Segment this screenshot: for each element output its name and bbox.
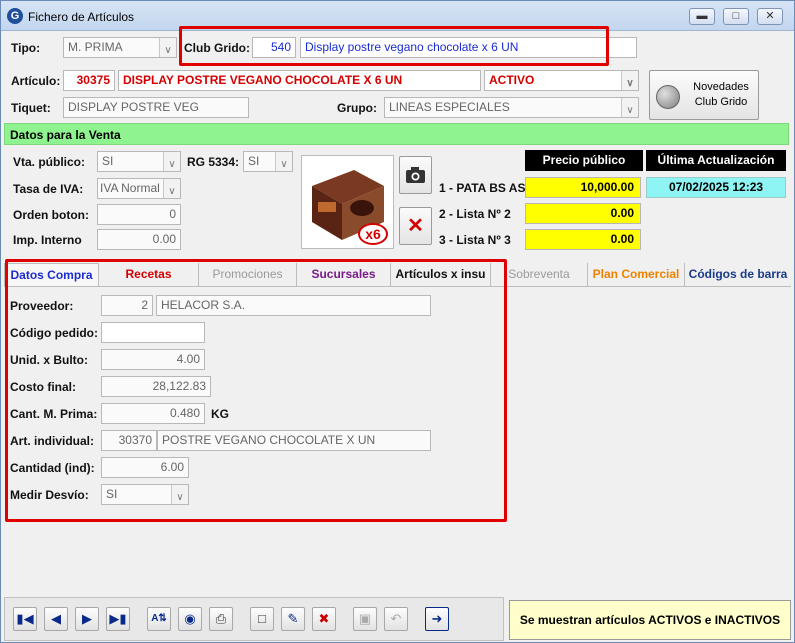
tipo-value: M. PRIMA [68,40,123,54]
minimize-button[interactable]: ▬ [689,8,715,25]
articulo-status-value: ACTIVO [489,73,535,87]
articulo-status-select[interactable]: ACTIVO [484,70,639,91]
imp-interno-field[interactable]: 0.00 [97,229,181,250]
edit-record-icon[interactable]: ✎ [281,607,305,631]
next-record-icon[interactable]: ▶ [75,607,99,631]
venta-section-header: Datos para la Venta [4,123,789,145]
delete-record-icon[interactable]: ✖ [312,607,336,631]
precio-publico-header: Precio público [525,150,643,171]
tiquet-label: Tiquet: [11,101,51,115]
maximize-button[interactable]: □ [723,8,749,25]
app-globe-icon: G [7,8,23,24]
previous-record-icon[interactable]: ◀ [44,607,68,631]
tab-plan-comercial-label: Plan Comercial [592,267,680,281]
highlight-box-datos-compra [5,259,507,522]
iva-label: Tasa de IVA: [13,182,84,196]
articulo-label: Artículo: [11,74,61,88]
print-icon[interactable]: ⎙ [209,607,233,631]
navigation-toolbar: ▮◀ ◀ ▶ ▶▮ A⇅ ◉ ⎙ □ ✎ ✖ ▣ ↶ ➜ [4,597,504,641]
precio-row-1-label: 1 - PATA BS AS [439,181,526,195]
save-icon[interactable]: ▣ [353,607,377,631]
product-photo: x6 [301,155,394,249]
window-title: Fichero de Artículos [28,10,135,24]
tab-plan-comercial[interactable]: Plan Comercial [588,263,685,287]
tab-codigos-de-barra[interactable]: Códigos de barra [685,263,791,287]
vta-publico-label: Vta. público: [13,155,85,169]
chevron-down-icon [163,179,180,198]
venta-section-title: Datos para la Venta [10,128,121,142]
novedades-club-grido-button[interactable]: Novedades Club Grido [649,70,759,120]
precio-row-3-value[interactable]: 0.00 [525,229,641,250]
precio-row-1-value[interactable]: 10,000.00 [525,177,641,198]
vta-publico-select[interactable]: SI [97,151,181,172]
chevron-down-icon [621,71,638,90]
tab-sobreventa-label: Sobreventa [508,267,570,281]
precio-row-2-label: 2 - Lista Nº 2 [439,207,511,221]
tab-codigos-de-barra-label: Códigos de barra [688,267,788,281]
last-update-value: 07/02/2025 12:23 [646,177,786,198]
last-record-icon[interactable]: ▶▮ [106,607,130,631]
first-record-icon[interactable]: ▮◀ [13,607,37,631]
iva-select[interactable]: IVA Normal [97,178,181,199]
precio-row-2-value[interactable]: 0.00 [525,203,641,224]
chevron-down-icon [159,38,176,57]
iva-value: IVA Normal [100,181,160,195]
photo-badge: x6 [358,223,388,245]
close-button[interactable]: ✕ [757,8,783,25]
binoculars-search-icon[interactable]: ◉ [178,607,202,631]
orden-boton-label: Orden boton: [13,208,89,222]
precio-row-3-label: 3 - Lista Nº 3 [439,233,511,247]
chevron-down-icon [621,98,638,117]
exit-door-icon[interactable]: ➜ [425,607,449,631]
tipo-label: Tipo: [11,41,41,55]
imp-interno-label: Imp. Interno [13,233,82,247]
refresh-globe-icon [656,85,680,109]
chevron-down-icon [163,152,180,171]
novedades-label: Novedades Club Grido [693,81,749,108]
undo-icon[interactable]: ↶ [384,607,408,631]
ultima-actualizacion-header: Última Actualización [646,150,786,171]
sort-az-icon[interactable]: A⇅ [147,607,171,631]
camera-icon [406,167,425,183]
camera-button[interactable] [399,156,432,194]
articulo-code-field[interactable]: 30375 [63,70,115,91]
rg5334-value: SI [248,154,260,168]
rg5334-label: RG 5334: [187,155,240,169]
delete-photo-button[interactable]: ✕ [399,207,432,245]
tiquet-field[interactable]: DISPLAY POSTRE VEG [63,97,249,118]
highlight-box-club-grido [179,26,609,66]
chevron-down-icon [275,152,292,171]
orden-boton-field[interactable]: 0 [97,204,181,225]
articulo-description-field[interactable]: DISPLAY POSTRE VEGANO CHOCOLATE X 6 UN [118,70,481,91]
close-icon: ✕ [407,215,424,237]
article-file-window: G Fichero de Artículos ▬ □ ✕ Tipo: M. PR… [0,0,795,643]
tipo-select[interactable]: M. PRIMA [63,37,177,58]
vta-publico-value: SI [102,154,114,168]
rg5334-select[interactable]: SI [243,151,293,172]
new-document-icon[interactable]: □ [250,607,274,631]
status-message: Se muestran artículos ACTIVOS e INACTIVO… [509,600,791,640]
grupo-value: LINEAS ESPECIALES [389,100,510,114]
grupo-label: Grupo: [337,101,377,115]
grupo-select[interactable]: LINEAS ESPECIALES [384,97,639,118]
